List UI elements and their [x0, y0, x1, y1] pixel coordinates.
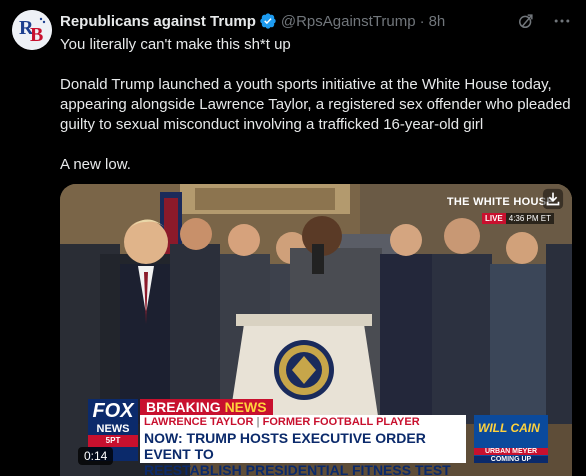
inset-show-name: WILL CAIN — [478, 421, 540, 435]
inset-line-2: COMING UP — [474, 456, 548, 463]
network-bug-title: THE WHITE HOUSE — [446, 196, 554, 208]
tweet-line-2: Donald Trump launched a youth sports ini… — [60, 76, 571, 133]
author-name[interactable]: Republicans against Trump — [60, 13, 256, 30]
speaker-name: LAWRENCE TAYLOR — [144, 416, 254, 428]
broadcast-clock: 4:36 PM ET — [505, 213, 554, 224]
inset-line-1: URBAN MEYER — [474, 448, 548, 455]
headline-line-1: NOW: TRUMP HOSTS EXECUTIVE ORDER EVENT T… — [144, 430, 426, 462]
video-player[interactable]: THE WHITE HOUSE LIVE 4:36 PM ET FOX NEWS… — [60, 184, 572, 476]
logo-line-2: NEWS — [96, 423, 130, 435]
logo-line-1: FOX — [92, 400, 134, 422]
live-indicator: LIVE 4:36 PM ET — [481, 213, 554, 224]
lower-third: FOX NEWS 5PT BREAKING NEWS LAWRENCE TAYL… — [78, 399, 572, 476]
grok-icon[interactable] — [516, 11, 536, 31]
author-handle[interactable]: @RpsAgainstTrump — [281, 13, 416, 30]
tweet-header: Republicans against Trump @RpsAgainstTru… — [60, 11, 445, 31]
breaking-label: BREAKING — [146, 399, 221, 415]
name-strip: LAWRENCE TAYLOR | FORMER FOOTBALL PLAYER — [140, 415, 466, 429]
name-strip-divider: | — [256, 416, 260, 428]
avatar-logo-icon: R B — [12, 10, 52, 50]
headline-line-2: REESTABLISH PRESIDENTIAL FITNESS TEST IN… — [144, 462, 451, 476]
logo-line-3: 5PT — [88, 435, 138, 447]
tweet-line-3: A new low. — [60, 156, 131, 173]
show-inset: WILL CAIN URBAN MEYER COMING UP — [474, 415, 548, 463]
post-time[interactable]: 8h — [429, 13, 446, 30]
video-elapsed-time: 0:14 — [78, 447, 114, 465]
svg-text:B: B — [30, 24, 43, 46]
tweet-actions — [516, 11, 572, 31]
verified-badge-icon — [260, 13, 276, 29]
news-label: NEWS — [224, 399, 267, 415]
breaking-news-banner: BREAKING NEWS — [140, 399, 273, 415]
more-options-icon[interactable] — [552, 11, 572, 31]
tweet-text: You literally can't make this sh*t up Do… — [60, 35, 572, 175]
separator-dot: · — [419, 12, 425, 30]
speaker-role: FORMER FOOTBALL PLAYER — [262, 416, 420, 428]
headline-box: NOW: TRUMP HOSTS EXECUTIVE ORDER EVENT T… — [140, 429, 466, 476]
tweet-line-1: You literally can't make this sh*t up — [60, 36, 291, 53]
live-label: LIVE — [481, 213, 506, 224]
download-icon[interactable] — [542, 188, 564, 210]
network-bug: THE WHITE HOUSE LIVE 4:36 PM ET — [447, 196, 554, 226]
avatar[interactable]: R B — [12, 10, 52, 50]
